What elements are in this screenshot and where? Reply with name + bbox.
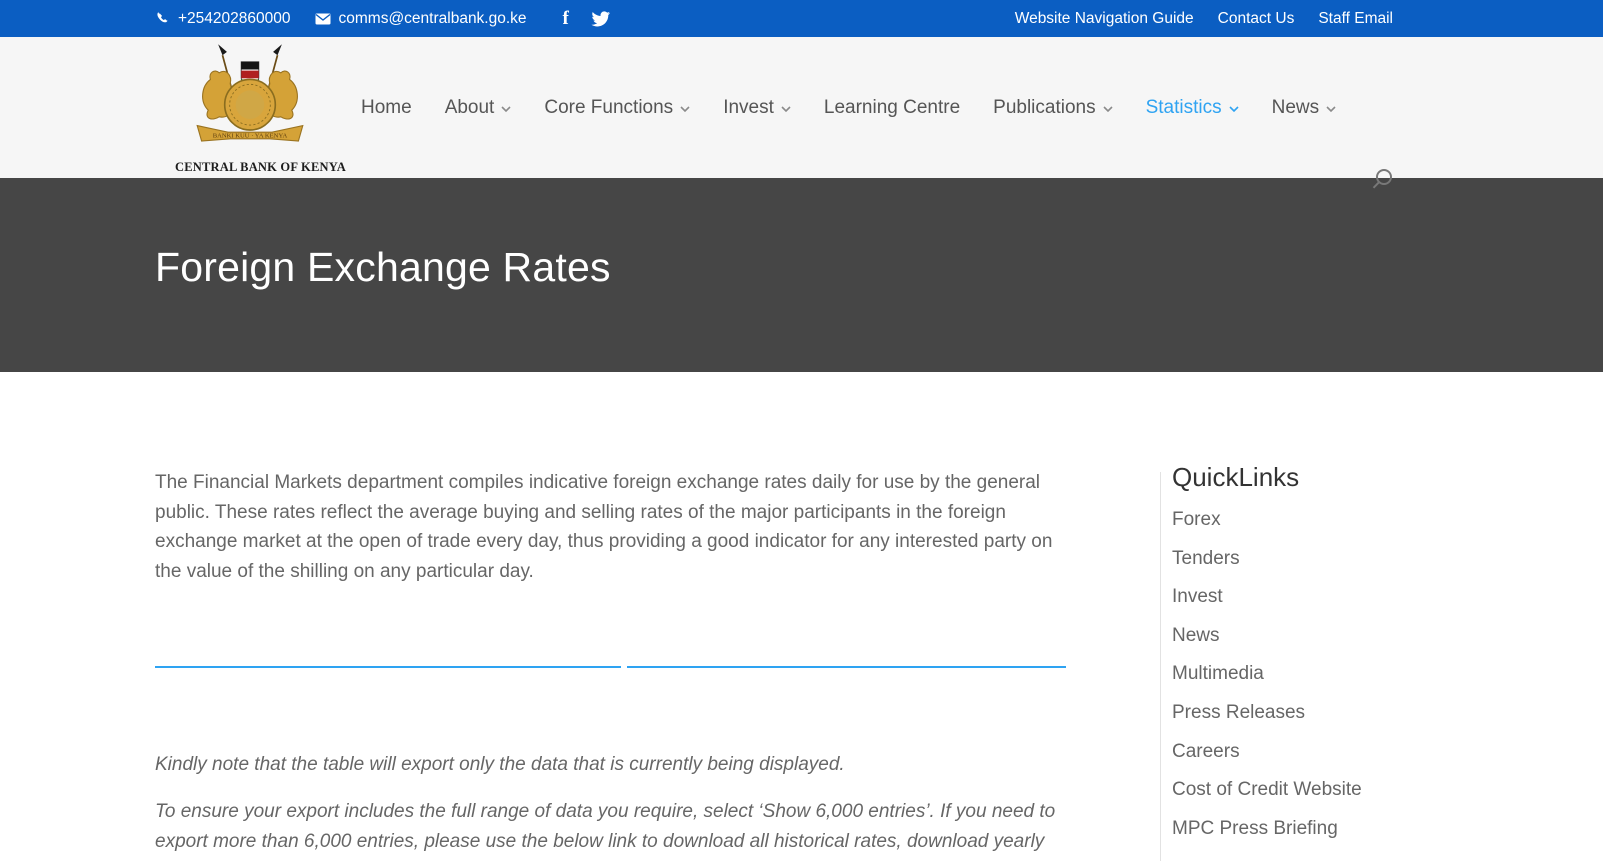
nav-item-core-functions[interactable]: Core Functions [544, 97, 690, 119]
topbar-link-contact-us[interactable]: Contact Us [1218, 10, 1295, 28]
quicklink-tenders[interactable]: Tenders [1172, 548, 1462, 570]
export-instructions: To ensure your export includes the full … [155, 797, 1067, 861]
twitter-icon[interactable] [591, 11, 610, 27]
cbk-logo[interactable]: BANKI KUU · YA KENYA CENTRAL BANK OF KEN… [175, 41, 325, 175]
blue-divider-left [155, 666, 621, 668]
envelope-icon [315, 13, 331, 25]
nav-item-statistics[interactable]: Statistics [1146, 97, 1239, 119]
chevron-down-icon [781, 106, 791, 113]
topbar-link-staff-email[interactable]: Staff Email [1318, 10, 1393, 28]
quicklink-mpc-press-briefing[interactable]: MPC Press Briefing [1172, 818, 1462, 840]
topbar-phone-number[interactable]: +254202860000 [178, 10, 291, 28]
quicklink-news[interactable]: News [1172, 625, 1462, 647]
chevron-down-icon [1326, 106, 1336, 113]
phone-icon [155, 11, 170, 26]
quicklinks-sidebar: QuickLinks Forex Tenders Invest News Mul… [1172, 462, 1462, 856]
facebook-icon[interactable]: f [563, 8, 569, 30]
quicklinks-list: Forex Tenders Invest News Multimedia Pre… [1172, 509, 1462, 840]
chevron-down-icon [680, 106, 690, 113]
topbar-email[interactable]: comms@centralbank.go.ke [339, 10, 527, 28]
phone-contact: +254202860000 [155, 10, 291, 28]
quicklinks-title: QuickLinks [1172, 462, 1462, 493]
site-header: BANKI KUU · YA KENYA CENTRAL BANK OF KEN… [0, 37, 1603, 178]
sidebar-divider [1160, 472, 1161, 861]
quicklink-cost-of-credit[interactable]: Cost of Credit Website [1172, 779, 1462, 801]
quicklink-press-releases[interactable]: Press Releases [1172, 702, 1462, 724]
nav-item-invest[interactable]: Invest [723, 97, 791, 119]
chevron-down-icon [1103, 106, 1113, 113]
blue-divider-right [627, 666, 1066, 668]
quicklink-careers[interactable]: Careers [1172, 741, 1462, 763]
nav-item-news[interactable]: News [1272, 97, 1337, 119]
email-contact: comms@centralbank.go.ke [315, 10, 527, 28]
topbar-link-navigation-guide[interactable]: Website Navigation Guide [1015, 10, 1194, 28]
cbk-coat-of-arms-icon: BANKI KUU · YA KENYA [184, 41, 316, 153]
nav-item-learning-centre[interactable]: Learning Centre [824, 97, 960, 119]
quicklink-invest[interactable]: Invest [1172, 586, 1462, 608]
logo-ribbon-text: BANKI KUU · YA KENYA [213, 133, 288, 140]
top-bar: +254202860000 comms@centralbank.go.ke f … [0, 0, 1603, 37]
quicklink-multimedia[interactable]: Multimedia [1172, 663, 1462, 685]
main-content: The Financial Markets department compile… [0, 372, 1603, 861]
quicklink-forex[interactable]: Forex [1172, 509, 1462, 531]
page-title: Foreign Exchange Rates [155, 244, 611, 291]
chevron-down-icon [501, 106, 511, 113]
export-note: Kindly note that the table will export o… [155, 750, 1067, 780]
logo-wordmark: CENTRAL BANK OF KENYA [175, 160, 325, 175]
search-icon[interactable] [1368, 166, 1396, 194]
chevron-down-icon [1229, 106, 1239, 113]
main-navigation: Home About Core Functions Invest Learnin… [361, 37, 1336, 178]
nav-item-about[interactable]: About [445, 97, 512, 119]
topbar-links: Website Navigation Guide Contact Us Staf… [1015, 0, 1393, 37]
topbar-contact-group: +254202860000 comms@centralbank.go.ke f [155, 0, 610, 37]
intro-paragraph: The Financial Markets department compile… [155, 468, 1067, 586]
nav-item-home[interactable]: Home [361, 97, 412, 119]
nav-item-publications[interactable]: Publications [993, 97, 1112, 119]
page-hero: Foreign Exchange Rates [0, 178, 1603, 372]
